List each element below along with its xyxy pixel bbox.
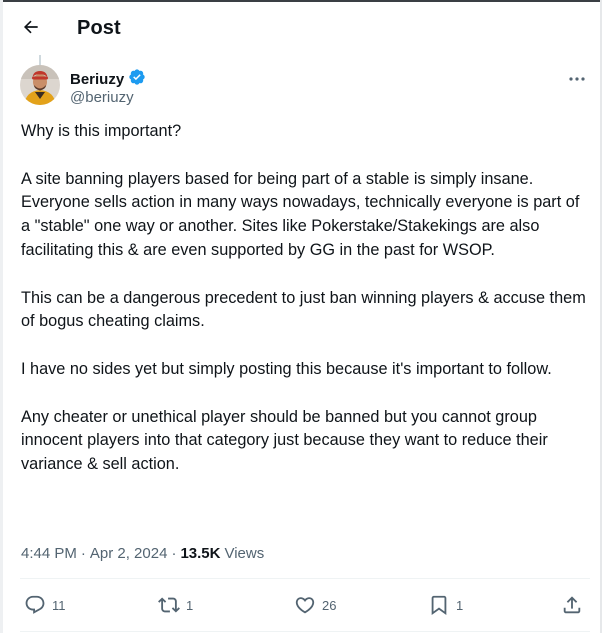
back-button[interactable] <box>14 12 48 46</box>
author-name-row: Beriuzy <box>70 68 146 91</box>
repost-icon <box>158 594 180 616</box>
bookmark-icon <box>428 594 450 616</box>
more-button[interactable] <box>564 67 590 89</box>
post-date[interactable]: Apr 2, 2024 <box>90 545 168 562</box>
tweet-paragraph: I have no sides yet but simply posting t… <box>21 359 552 378</box>
share-icon <box>561 594 583 616</box>
action-bar: 11 1 26 1 <box>20 590 590 622</box>
arrow-left-icon <box>21 17 41 42</box>
window-left-edge <box>0 0 3 633</box>
bookmark-count: 1 <box>456 597 464 613</box>
post-author: Beriuzy @beriuzy <box>20 65 590 109</box>
meta-separator: · <box>171 545 177 562</box>
tweet-paragraph: Why is this important? <box>21 122 182 140</box>
divider <box>20 578 590 579</box>
repost-count: 1 <box>186 597 194 613</box>
thread-connector-line <box>39 55 41 65</box>
views-label: Views <box>224 545 265 562</box>
tweet-paragraph: This can be a dangerous precedent to jus… <box>21 288 586 331</box>
repost-button[interactable]: 1 <box>158 594 193 616</box>
divider <box>20 631 590 632</box>
post-time[interactable]: 4:44 PM <box>21 545 77 562</box>
like-button[interactable]: 26 <box>294 594 336 616</box>
like-count: 26 <box>322 597 337 613</box>
verified-badge-icon[interactable] <box>128 68 146 91</box>
bookmark-button[interactable]: 1 <box>428 594 463 616</box>
views-count: 13.5K <box>180 545 221 562</box>
post-header: Post <box>0 2 602 55</box>
post-meta: 4:44 PM · Apr 2, 2024 · 13.5K Views <box>21 545 264 562</box>
heart-icon <box>294 594 316 616</box>
tweet-paragraph: Any cheater or unethical player should b… <box>21 407 548 474</box>
meta-separator: · <box>80 545 86 562</box>
avatar[interactable] <box>20 65 60 105</box>
more-horizontal-icon <box>568 69 586 87</box>
tweet-text: Why is this important? A site banning pl… <box>21 120 586 477</box>
page-title: Post <box>77 17 121 39</box>
reply-button[interactable]: 11 <box>24 594 66 616</box>
share-button[interactable] <box>561 594 583 616</box>
tweet-paragraph: A site banning players based for being p… <box>21 169 580 259</box>
reply-icon <box>24 594 46 616</box>
author-handle[interactable]: @beriuzy <box>70 89 134 106</box>
reply-count: 11 <box>52 597 66 613</box>
author-name[interactable]: Beriuzy <box>70 71 124 88</box>
